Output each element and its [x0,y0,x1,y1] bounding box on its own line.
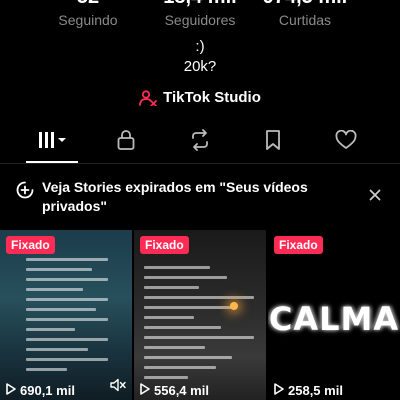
tab-saved[interactable] [259,128,287,156]
grid-icon [37,130,67,155]
caption-text-overlay [144,266,254,386]
followers-count: 18,4 mil [150,0,250,10]
studio-label: TikTok Studio [163,89,261,106]
following-label: Seguindo [58,12,118,28]
tab-private[interactable] [112,128,140,156]
view-count-value: 690,1 mil [20,383,75,398]
view-count-value: 556,4 mil [154,383,209,398]
pinned-badge: Fixado [6,236,55,254]
close-icon[interactable] [366,186,384,204]
caption-text-overlay [26,258,108,378]
stat-likes: 974,3 mil Curtidas [255,0,355,28]
stat-followers[interactable]: 18,4 mil Seguidores [150,0,250,28]
lock-icon [116,129,136,156]
video-thumbnail[interactable]: CALMA Fixado 258,5 mil [268,230,400,400]
profile-tabs [0,124,400,160]
view-count: 690,1 mil [6,383,75,398]
pinned-badge: Fixado [140,236,189,254]
bio-line-2: 20k? [183,58,217,75]
video-overlay-text: CALMA [268,300,400,338]
repost-icon [189,128,211,156]
view-count: 556,4 mil [140,383,209,398]
play-icon [140,383,150,398]
add-story-icon [16,181,34,204]
studio-person-icon [139,89,158,106]
tab-liked[interactable] [332,128,360,156]
expired-stories-notice[interactable]: Veja Stories expirados em "Seus vídeos p… [0,174,400,224]
video-thumbnail[interactable]: Fixado 556,4 mil [134,230,266,400]
video-grid: Fixado 690,1 mil Fixado 556,4 mil CALMA … [0,230,400,400]
profile-stats: 32 Seguindo 18,4 mil Seguidores 974,3 mi… [0,0,400,30]
following-count: 32 [38,0,138,10]
play-icon [274,383,284,398]
notice-text: Veja Stories expirados em "Seus vídeos p… [42,179,308,214]
tab-videos[interactable] [38,128,66,156]
likes-count: 974,3 mil [255,0,355,10]
tiktok-studio-link[interactable]: TikTok Studio [0,89,400,106]
likes-label: Curtidas [278,12,332,28]
bookmark-icon [264,129,282,156]
muted-icon [110,378,126,397]
play-icon [6,383,16,398]
tabs-divider [0,163,400,164]
heart-icon [335,129,357,155]
streetlight-glow [230,302,238,310]
pinned-badge: Fixado [274,236,323,254]
view-count-value: 258,5 mil [288,383,343,398]
view-count: 258,5 mil [274,383,343,398]
stat-following[interactable]: 32 Seguindo [38,0,138,28]
followers-label: Seguidores [164,12,236,28]
video-thumbnail[interactable]: Fixado 690,1 mil [0,230,132,400]
tab-reposts[interactable] [186,128,214,156]
bio-line-1: :) [195,38,205,55]
